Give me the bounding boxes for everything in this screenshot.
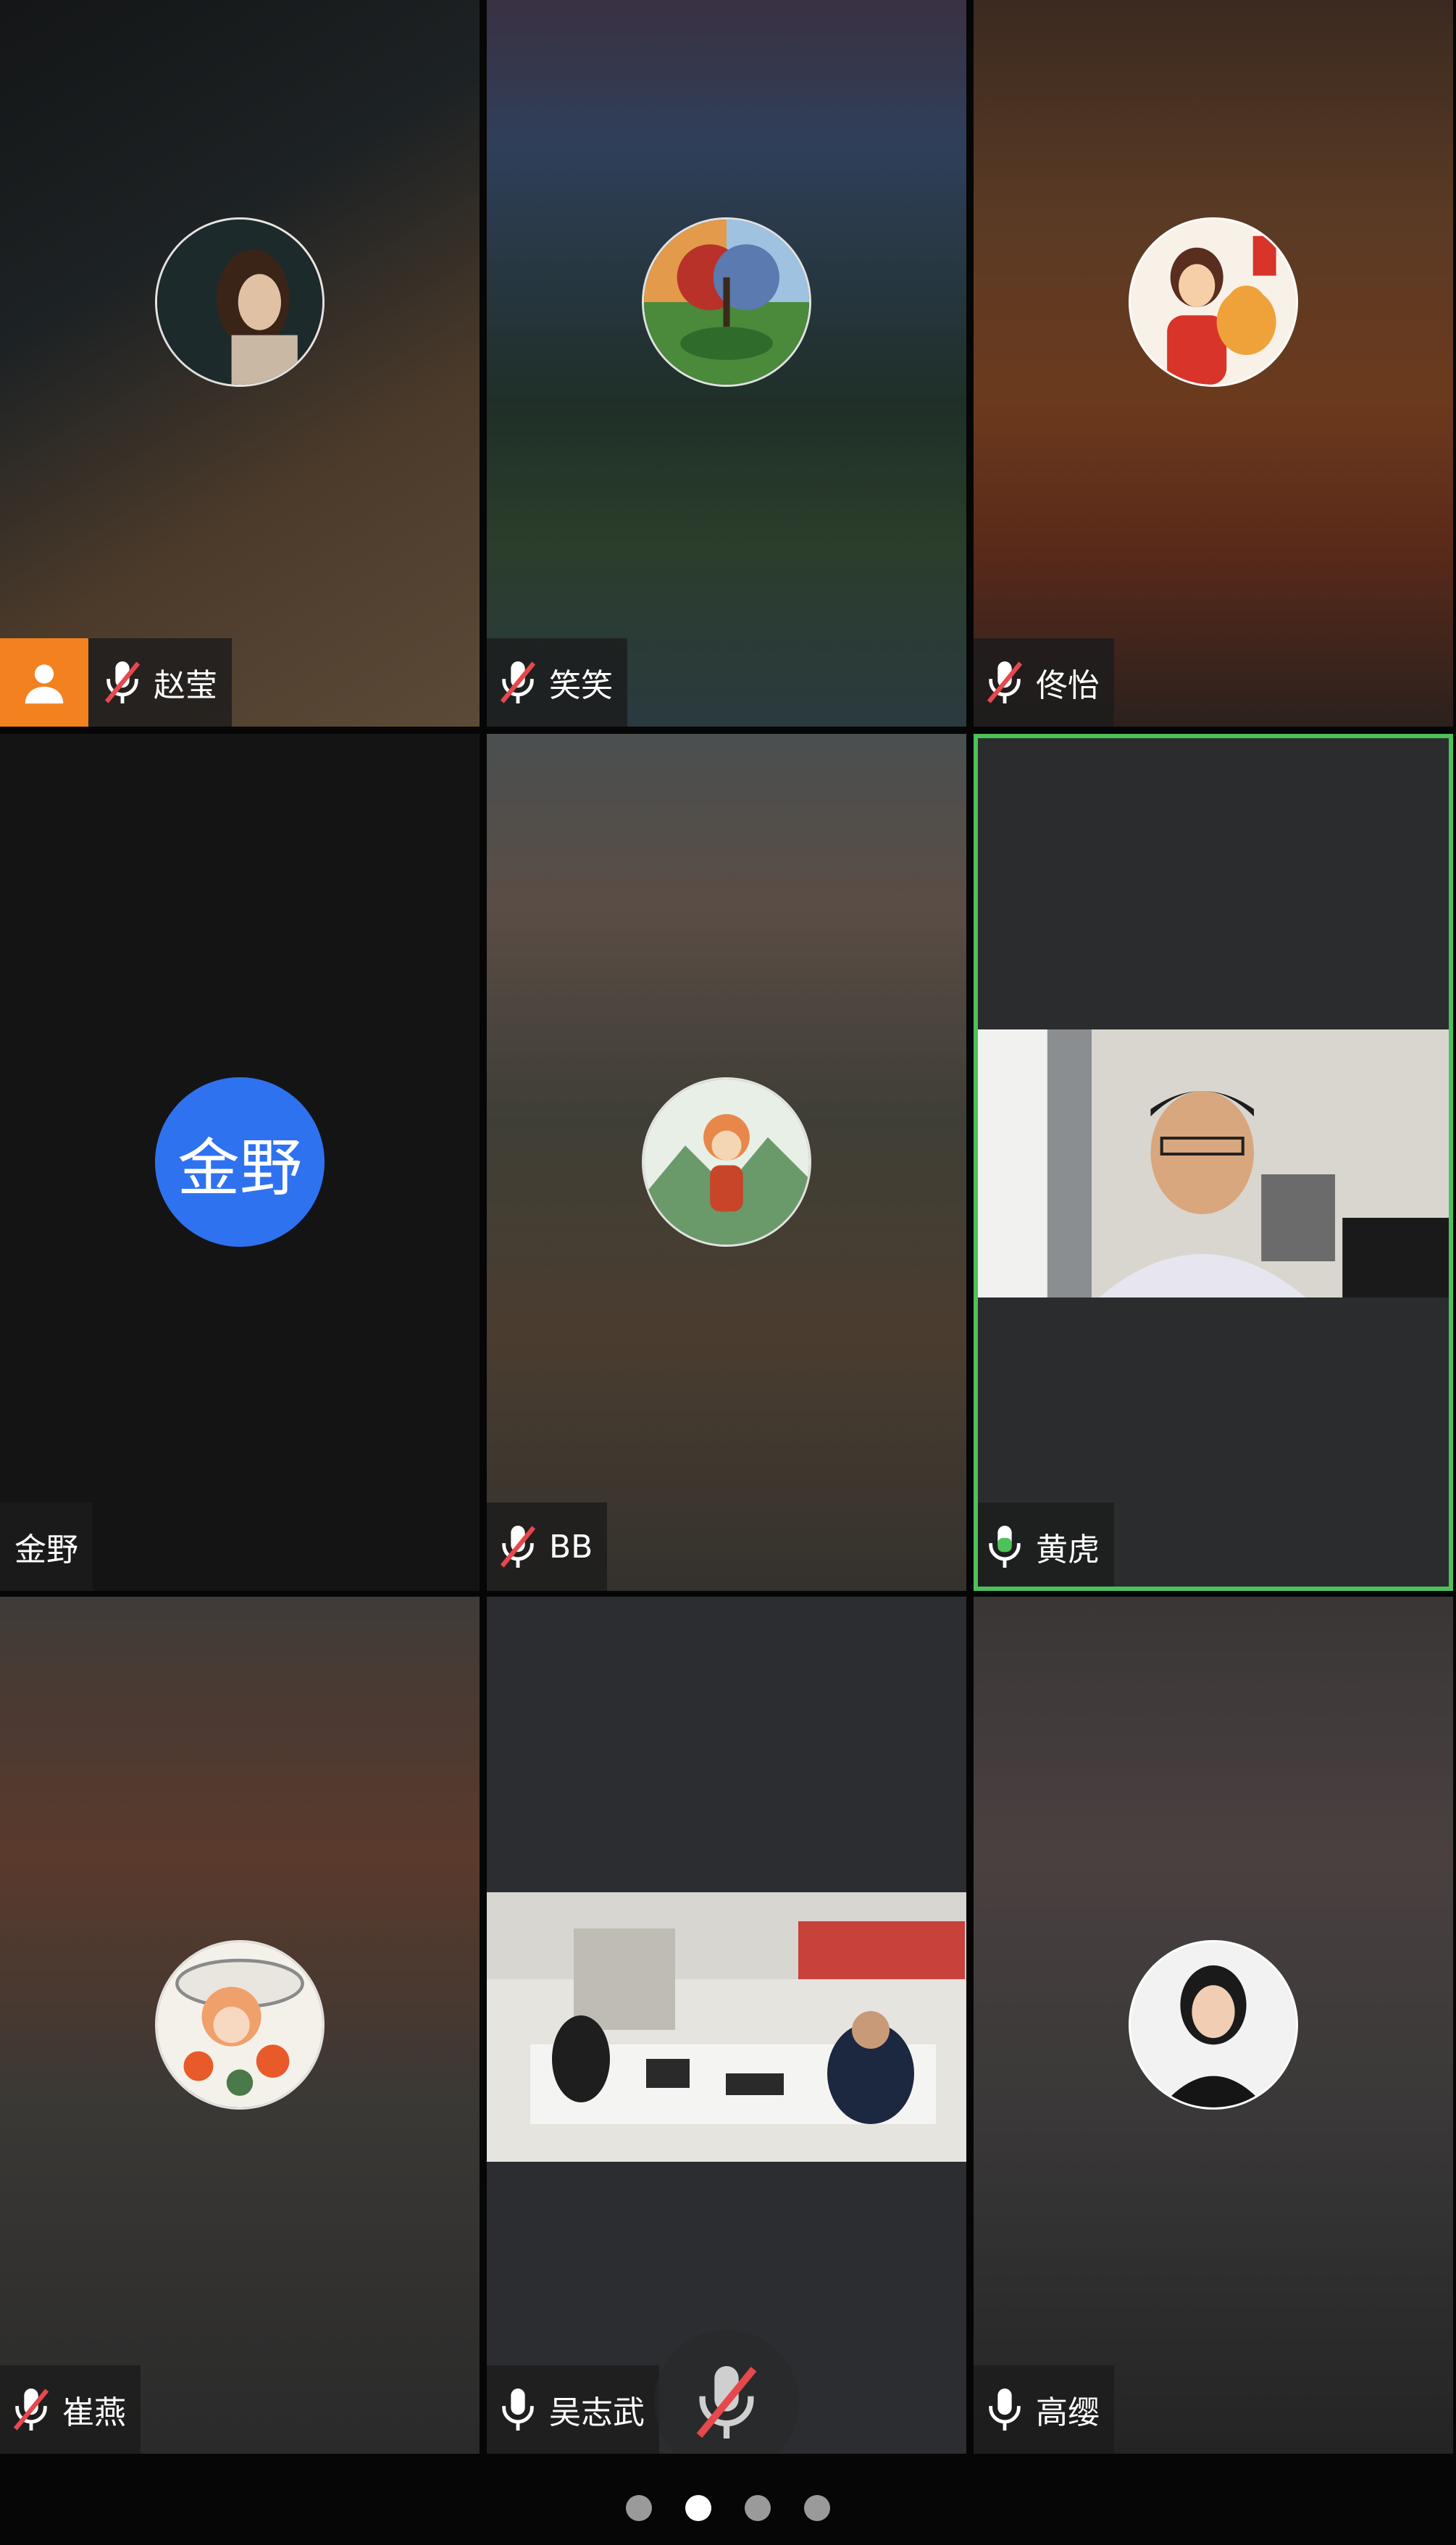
- participant-tile-jinye[interactable]: 金野 金野: [0, 734, 480, 1591]
- participant-name-bar: BB: [487, 1503, 608, 1591]
- participant-tile-zhaoying[interactable]: 赵莹: [0, 0, 480, 727]
- participant-name-bar: 金野: [0, 1503, 93, 1591]
- host-badge: [0, 638, 88, 727]
- page-dot-2-active[interactable]: [685, 2495, 711, 2521]
- camera-video: [974, 1029, 1453, 1297]
- mic-on-icon: [502, 2389, 534, 2431]
- participant-name: 吴志武: [549, 2394, 645, 2431]
- participant-name-bar: 高缨: [974, 2365, 1114, 2454]
- cartoon-tiger-kid-icon: [644, 1079, 809, 1245]
- office-room-video-icon: [487, 1892, 966, 2162]
- participant-tile-cuiyan[interactable]: 崔燕: [0, 1597, 480, 2454]
- participant-name-bar: 吴志武: [487, 2365, 659, 2454]
- participant-name: 黄虎: [1036, 1531, 1100, 1568]
- participant-avatar: [642, 1077, 811, 1247]
- participant-tile-huanghu[interactable]: 黄虎: [974, 734, 1453, 1591]
- participant-avatar: [1129, 1940, 1298, 2110]
- participant-name: 金野: [14, 1531, 78, 1568]
- illustrated-girl-flowers-icon: [157, 1942, 322, 2107]
- self-mute-toggle-button[interactable]: [654, 2330, 799, 2475]
- cartoon-girl-tiger-icon: [1131, 220, 1296, 385]
- host-person-icon: [25, 664, 64, 704]
- participant-avatar: [155, 1940, 325, 2110]
- page-dot-4[interactable]: [804, 2495, 830, 2521]
- page-dot-3[interactable]: [745, 2495, 771, 2521]
- portrait-photo-icon: [1131, 1942, 1296, 2107]
- participant-name-bar: 黄虎: [974, 1503, 1114, 1591]
- participant-avatar: [155, 217, 325, 387]
- page-indicator[interactable]: [0, 2495, 1456, 2521]
- participant-name: 赵莹: [154, 667, 217, 704]
- camera-video: [487, 1892, 966, 2162]
- mic-muted-icon: [696, 2366, 757, 2439]
- mic-muted-icon: [987, 661, 1023, 703]
- participant-name-bar: 赵莹: [0, 638, 232, 727]
- mic-muted-icon: [13, 2389, 49, 2431]
- participant-name-bar: 笑笑: [487, 638, 627, 727]
- participant-avatar-initials: 金野: [155, 1077, 325, 1247]
- participant-tile-tongyi[interactable]: 佟怡: [974, 0, 1453, 727]
- participant-name: 高缨: [1036, 2394, 1100, 2431]
- participant-tile-xiaoxiao[interactable]: 笑笑: [487, 0, 966, 727]
- video-frame-icon: [974, 1029, 1453, 1297]
- portrait-photo-icon: [157, 220, 322, 385]
- participant-name-bar: 佟怡: [974, 638, 1114, 727]
- mic-speaking-icon: [989, 1526, 1021, 1568]
- participant-name: 笑笑: [549, 667, 613, 704]
- tree-landscape-icon: [644, 220, 809, 385]
- participant-avatar: [642, 217, 811, 387]
- participant-name: 佟怡: [1036, 667, 1100, 704]
- mic-muted-icon: [104, 661, 141, 703]
- participant-tile-bb[interactable]: BB: [487, 734, 966, 1591]
- page-dot-1[interactable]: [626, 2495, 652, 2521]
- mic-muted-icon: [500, 661, 536, 703]
- participant-avatar: [1129, 217, 1298, 387]
- participant-tile-wuzhiwu[interactable]: 吴志武: [487, 1597, 966, 2454]
- participant-name-bar: 崔燕: [0, 2365, 141, 2454]
- mic-on-icon: [989, 2389, 1021, 2431]
- participant-name: BB: [549, 1528, 593, 1566]
- participant-tile-gaoying[interactable]: 高缨: [974, 1597, 1453, 2454]
- mic-muted-icon: [500, 1526, 536, 1568]
- participant-name: 崔燕: [62, 2394, 126, 2431]
